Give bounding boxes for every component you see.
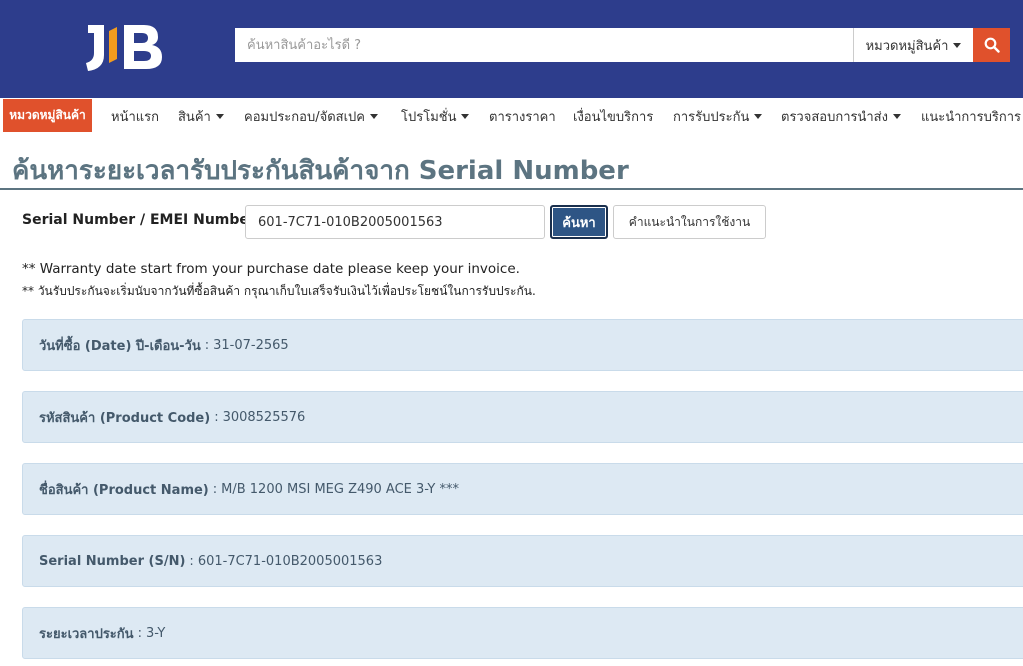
- nav-item-label: สินค้า: [178, 110, 211, 125]
- result-label: รหัสสินค้า (Product Code): [39, 410, 211, 426]
- nav-item-label: โปรโมชั่น: [401, 110, 457, 125]
- result-warranty-period: ระยะเวลาประกัน : 3-Y: [22, 607, 1023, 659]
- search-icon: [984, 37, 1000, 53]
- search-bar: หมวดหมู่สินค้า: [235, 28, 1010, 62]
- jib-logo[interactable]: [80, 14, 170, 76]
- nav-category-button[interactable]: หมวดหมู่สินค้า: [3, 99, 92, 132]
- usage-guide-button[interactable]: คำแนะนำในการใช้งาน: [613, 205, 766, 239]
- result-separator: :: [137, 625, 142, 641]
- nav-item-service-terms[interactable]: เงื่อนไขบริการ: [573, 106, 653, 127]
- result-product-code: รหัสสินค้า (Product Code) : 3008525576: [22, 391, 1023, 443]
- search-input[interactable]: [235, 28, 853, 62]
- result-serial-number: Serial Number (S/N) : 601-7C71-010B20050…: [22, 535, 1023, 587]
- nav-item-price-list[interactable]: ตารางราคา: [489, 106, 556, 127]
- chevron-down-icon: [461, 114, 470, 119]
- serial-number-label: Serial Number / EMEI Number :: [22, 212, 267, 228]
- nav-item-label: แนะนำการบริการ: [921, 110, 1021, 125]
- nav-item-label: ตารางราคา: [489, 110, 556, 125]
- search-button[interactable]: [973, 28, 1010, 62]
- chevron-down-icon: [953, 42, 962, 48]
- result-separator: :: [214, 409, 219, 425]
- result-value: 3008525576: [222, 409, 306, 425]
- nav-item-delivery-check[interactable]: ตรวจสอบการนำส่ง: [781, 106, 901, 127]
- result-label: วันที่ซื้อ (Date) ปี-เดือน-วัน: [39, 338, 201, 354]
- chevron-down-icon: [754, 114, 763, 119]
- serial-search-button[interactable]: ค้นหา: [550, 205, 608, 239]
- nav-item-warranty[interactable]: การรับประกัน: [673, 106, 763, 127]
- title-divider: [0, 188, 1023, 190]
- result-value: 601-7C71-010B2005001563: [197, 553, 383, 569]
- result-product-name: ชื่อสินค้า (Product Name) : M/B 1200 MSI…: [22, 463, 1023, 515]
- nav-item-label: การรับประกัน: [673, 110, 750, 125]
- category-dropdown[interactable]: หมวดหมู่สินค้า: [853, 28, 973, 62]
- page-title: ค้นหาระยะเวลารับประกันสินค้าจาก Serial N…: [12, 156, 629, 186]
- nav-item-pc-builder[interactable]: คอมประกอบ/จัดสเปค: [244, 106, 378, 127]
- nav-item-service-guide[interactable]: แนะนำการบริการ: [921, 106, 1021, 127]
- result-separator: :: [189, 553, 194, 569]
- chevron-down-icon: [215, 114, 224, 119]
- result-label: Serial Number (S/N): [39, 553, 186, 569]
- nav-item-home[interactable]: หน้าแรก: [111, 106, 159, 127]
- site-header: หมวดหมู่สินค้า: [0, 0, 1023, 98]
- result-label: ชื่อสินค้า (Product Name): [39, 482, 209, 498]
- nav-item-promotion[interactable]: โปรโมชั่น: [401, 106, 470, 127]
- chevron-down-icon: [892, 114, 901, 119]
- result-value: 31-07-2565: [213, 337, 289, 353]
- nav-item-label: ตรวจสอบการนำส่ง: [781, 110, 888, 125]
- result-purchase-date: วันที่ซื้อ (Date) ปี-เดือน-วัน : 31-07-2…: [22, 319, 1023, 371]
- result-separator: :: [204, 337, 210, 353]
- nav-item-label: เงื่อนไขบริการ: [573, 110, 654, 125]
- result-value: M/B 1200 MSI MEG Z490 ACE 3-Y ***: [221, 481, 460, 497]
- nav-item-label: หน้าแรก: [111, 110, 159, 125]
- category-dropdown-label: หมวดหมู่สินค้า: [865, 38, 949, 54]
- result-label: ระยะเวลาประกัน: [39, 626, 134, 642]
- serial-number-input[interactable]: [245, 205, 545, 239]
- result-value: 3-Y: [145, 625, 166, 641]
- warranty-note-th: ** วันรับประกันจะเริ่มนับจากวันที่ซื้อสิ…: [22, 284, 536, 298]
- logo-mark: [86, 25, 162, 71]
- result-separator: :: [212, 481, 218, 497]
- nav-item-label: คอมประกอบ/จัดสเปค: [244, 110, 365, 125]
- chevron-down-icon: [370, 114, 378, 119]
- main-navbar: หมวดหมู่สินค้า หน้าแรก สินค้า คอมประกอบ/…: [0, 98, 1023, 138]
- nav-item-products[interactable]: สินค้า: [178, 106, 224, 127]
- warranty-note-en: ** Warranty date start from your purchas…: [22, 261, 520, 277]
